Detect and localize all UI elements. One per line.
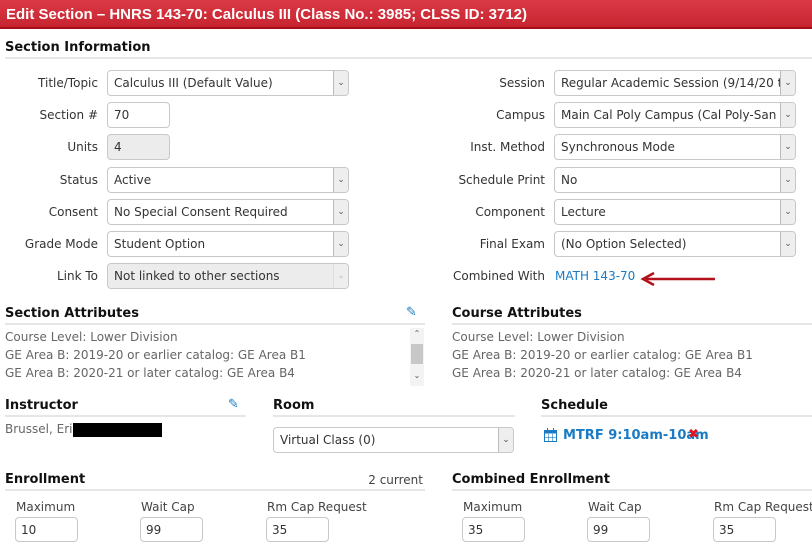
session-select[interactable]: Regular Academic Session (9/14/20 to 11 … [554, 70, 796, 96]
section-information-heading: Section Information [5, 40, 812, 59]
pencil-icon[interactable]: ✎ [406, 305, 417, 320]
instructor-name: Brussel, Eric [5, 422, 80, 436]
enrollment-maximum-input[interactable]: 10 [15, 517, 78, 542]
calendar-icon [544, 428, 557, 442]
status-select[interactable]: Active ⌄ [107, 167, 349, 193]
link-to-value: Not linked to other sections [114, 269, 280, 283]
enrollment-wait-cap-label: Wait Cap [141, 500, 195, 514]
list-item: GE Area B: 2019-20 or earlier catalog: G… [5, 348, 306, 362]
combined-with-link[interactable]: MATH 143-70 [555, 269, 635, 283]
redacted-id [73, 423, 162, 437]
combined-maximum-label: Maximum [463, 500, 523, 514]
title-topic-select[interactable]: Calculus III (Default Value) ⌄ [107, 70, 349, 96]
component-label: Component [475, 205, 545, 219]
link-to-select: Not linked to other sections ⌄ [107, 263, 349, 289]
grade-mode-value: Student Option [114, 237, 206, 251]
enrollment-wait-cap-input[interactable]: 99 [140, 517, 203, 542]
grade-mode-select[interactable]: Student Option ⌄ [107, 231, 349, 257]
title-topic-label: Title/Topic [38, 76, 98, 90]
session-value: Regular Academic Session (9/14/20 to 11 [561, 76, 795, 90]
campus-select[interactable]: Main Cal Poly Campus (Cal Poly-San Luis … [554, 102, 796, 128]
inst-method-select[interactable]: Synchronous Mode ⌄ [554, 134, 796, 160]
final-exam-value: (No Option Selected) [561, 237, 687, 251]
combined-rm-cap-label: Rm Cap Request [714, 500, 812, 514]
x-icon[interactable]: ✖ [688, 427, 699, 442]
units-label: Units [67, 140, 98, 154]
inst-method-label: Inst. Method [470, 140, 545, 154]
pencil-icon[interactable]: ✎ [228, 397, 239, 412]
chevron-down-icon: ⌄ [780, 103, 795, 127]
enrollment-rm-cap-input[interactable]: 35 [266, 517, 329, 542]
session-label: Session [499, 76, 545, 90]
instructor-heading: Instructor [5, 398, 246, 417]
chevron-down-icon: ⌄ [498, 428, 513, 452]
enrollment-maximum-label: Maximum [16, 500, 76, 514]
chevron-down-icon: ⌄ [333, 264, 348, 288]
scroll-down-icon[interactable]: ⌄ [410, 371, 424, 380]
section-attributes-heading: Section Attributes [5, 306, 425, 325]
title-topic-value: Calculus III (Default Value) [114, 76, 273, 90]
arrow-left-icon [640, 271, 715, 287]
room-select[interactable]: Virtual Class (0) ⌄ [273, 427, 514, 453]
chevron-down-icon: ⌄ [333, 168, 348, 192]
schedule-print-value: No [561, 173, 578, 187]
attributes-scrollbar[interactable]: ⌃ ⌄ [410, 328, 424, 386]
chevron-down-icon: ⌄ [333, 71, 348, 95]
campus-value: Main Cal Poly Campus (Cal Poly-San Luis [561, 108, 795, 122]
scroll-up-icon[interactable]: ⌃ [410, 329, 424, 338]
consent-select[interactable]: No Special Consent Required ⌄ [107, 199, 349, 225]
dialog-title: Edit Section – HNRS 143-70: Calculus III… [0, 0, 812, 29]
section-number-input[interactable]: 70 [107, 102, 170, 128]
combined-enrollment-heading: Combined Enrollment [452, 472, 812, 491]
scroll-thumb[interactable] [411, 344, 423, 364]
course-attributes-heading: Course Attributes [452, 306, 812, 325]
room-value: Virtual Class (0) [280, 433, 376, 447]
list-item: Course Level: Lower Division [5, 330, 178, 344]
chevron-down-icon: ⌄ [780, 135, 795, 159]
list-item: GE Area B: 2020-21 or later catalog: GE … [5, 366, 295, 380]
final-exam-label: Final Exam [479, 237, 545, 251]
combined-with-label: Combined With [452, 269, 545, 283]
combined-maximum-input[interactable]: 35 [462, 517, 525, 542]
combined-rm-cap-input[interactable]: 35 [713, 517, 776, 542]
chevron-down-icon: ⌄ [333, 200, 348, 224]
room-heading: Room [273, 398, 515, 417]
schedule-meeting-link[interactable]: MTRF 9:10am-10am [563, 428, 709, 443]
list-item: GE Area B: 2020-21 or later catalog: GE … [452, 366, 742, 380]
chevron-down-icon: ⌄ [333, 232, 348, 256]
grade-mode-label: Grade Mode [24, 237, 98, 251]
enrollment-rm-cap-label: Rm Cap Request [267, 500, 367, 514]
campus-label: Campus [496, 108, 545, 122]
component-select[interactable]: Lecture ⌄ [554, 199, 796, 225]
course-attributes-list: Course Level: Lower Division GE Area B: … [452, 328, 812, 382]
final-exam-select[interactable]: (No Option Selected) ⌄ [554, 231, 796, 257]
schedule-print-select[interactable]: No ⌄ [554, 167, 796, 193]
section-attributes-list: Course Level: Lower Division GE Area B: … [5, 328, 405, 382]
units-input: 4 [107, 134, 170, 160]
status-value: Active [114, 173, 152, 187]
enrollment-current: 2 current [368, 473, 423, 487]
status-label: Status [59, 173, 98, 187]
link-to-label: Link To [56, 269, 98, 283]
consent-value: No Special Consent Required [114, 205, 288, 219]
chevron-down-icon: ⌄ [780, 232, 795, 256]
chevron-down-icon: ⌄ [780, 168, 795, 192]
combined-wait-cap-label: Wait Cap [588, 500, 642, 514]
schedule-print-label: Schedule Print [458, 173, 545, 187]
section-number-label: Section # [39, 108, 98, 122]
combined-wait-cap-input[interactable]: 99 [587, 517, 650, 542]
chevron-down-icon: ⌄ [780, 200, 795, 224]
inst-method-value: Synchronous Mode [561, 140, 675, 154]
component-value: Lecture [561, 205, 606, 219]
list-item: Course Level: Lower Division [452, 330, 625, 344]
list-item: GE Area B: 2019-20 or earlier catalog: G… [452, 348, 753, 362]
chevron-down-icon: ⌄ [780, 71, 795, 95]
consent-label: Consent [48, 205, 98, 219]
schedule-heading: Schedule [541, 398, 812, 417]
